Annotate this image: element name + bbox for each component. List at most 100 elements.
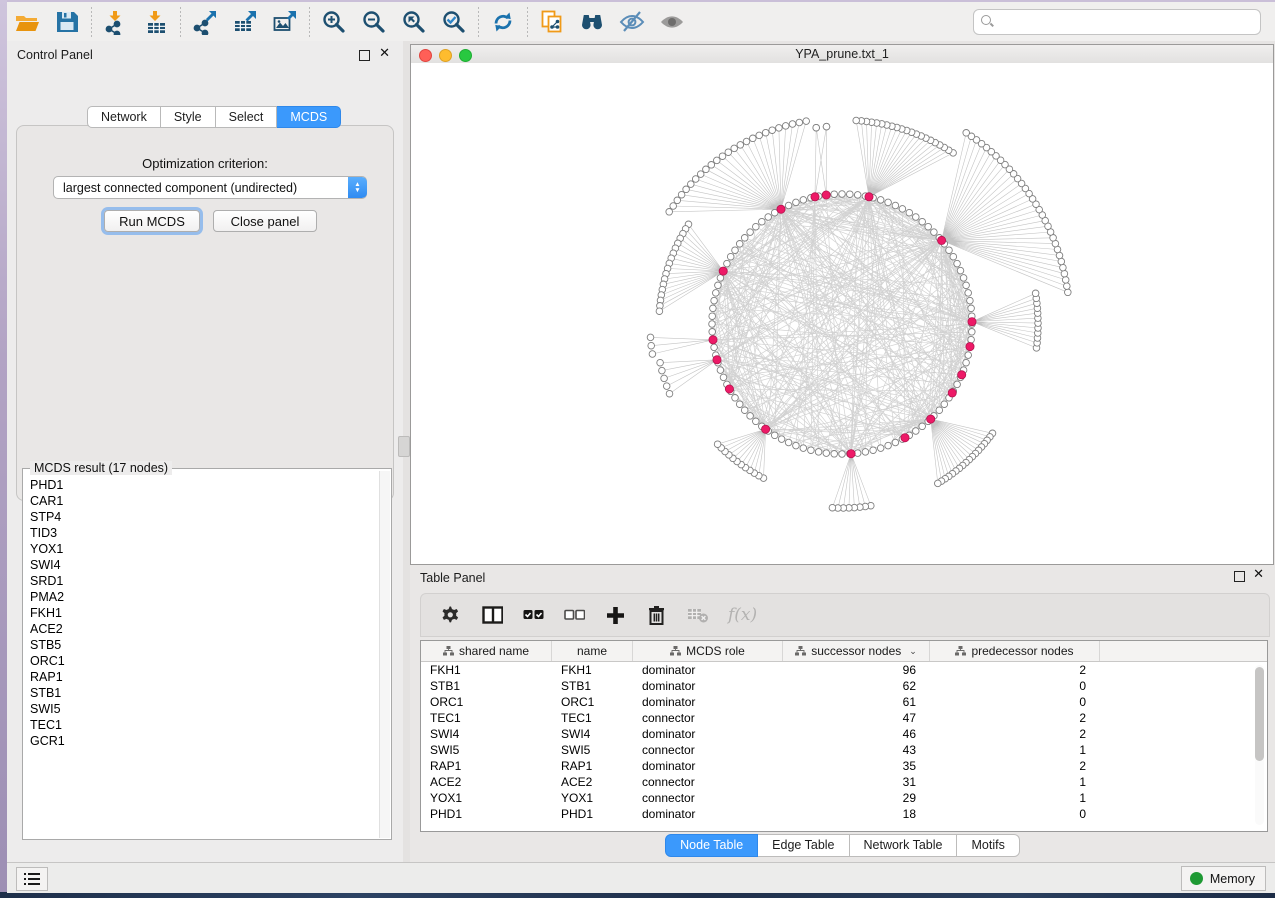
mcds-result-item[interactable]: STB1	[30, 685, 380, 701]
function-icon: f(x)	[728, 605, 757, 625]
select-all-button[interactable]	[523, 605, 544, 626]
cell-name: SWI5	[552, 743, 633, 757]
mcds-list-scrollbar[interactable]	[379, 471, 390, 838]
float-window-icon[interactable]	[359, 50, 370, 61]
mcds-result-item[interactable]: SWI5	[30, 701, 380, 717]
table-settings-button[interactable]	[441, 605, 462, 626]
apply-layout-button[interactable]	[483, 6, 523, 38]
mcds-result-item[interactable]: PMA2	[30, 589, 380, 605]
mcds-result-item[interactable]: FKH1	[30, 605, 380, 621]
clone-network-icon	[539, 9, 565, 35]
table-row[interactable]: RAP1RAP1dominator352	[421, 758, 1267, 774]
import-table-button[interactable]	[136, 6, 176, 38]
column-header-predecessor-nodes[interactable]: predecessor nodes	[930, 641, 1100, 661]
mcds-result-item[interactable]: ACE2	[30, 621, 380, 637]
table-row[interactable]: SWI5SWI5connector431	[421, 742, 1267, 758]
mcds-result-item[interactable]: ORC1	[30, 653, 380, 669]
save-session-button[interactable]	[47, 6, 87, 38]
memory-button[interactable]: Memory	[1181, 866, 1266, 891]
table-row[interactable]: TEC1TEC1connector472	[421, 710, 1267, 726]
close-panel-icon[interactable]: ✕	[379, 45, 390, 61]
mcds-result-item[interactable]: PHD1	[30, 477, 380, 493]
close-panel-button[interactable]: Close panel	[213, 210, 317, 232]
tab-network[interactable]: Network	[87, 106, 161, 128]
tab-motifs[interactable]: Motifs	[957, 834, 1019, 857]
search-box[interactable]	[973, 9, 1261, 35]
node-table[interactable]: shared name name MCDS role successor node…	[420, 640, 1268, 832]
table-row[interactable]: FKH1FKH1dominator962	[421, 662, 1267, 678]
tab-mcds[interactable]: MCDS	[277, 106, 341, 128]
tab-style[interactable]: Style	[161, 106, 216, 128]
add-column-button[interactable]	[605, 605, 626, 626]
cell-predecessor-nodes: 0	[930, 695, 1100, 709]
table-row[interactable]: YOX1YOX1connector291	[421, 790, 1267, 806]
table-settings-icon	[441, 605, 462, 626]
cell-name: YOX1	[552, 791, 633, 805]
mcds-result-item[interactable]: CAR1	[30, 493, 380, 509]
column-header-MCDS-role[interactable]: MCDS role	[633, 641, 783, 661]
mcds-result-item[interactable]: TID3	[30, 525, 380, 541]
table-row[interactable]: SWI4SWI4dominator462	[421, 726, 1267, 742]
zoom-fit-button[interactable]	[394, 6, 434, 38]
column-label: shared name	[459, 644, 529, 658]
search-network-button[interactable]	[572, 6, 612, 38]
import-network-button[interactable]	[96, 6, 136, 38]
split-view-button[interactable]	[482, 605, 503, 626]
toolbar-separator	[91, 7, 92, 37]
open-session-button[interactable]	[7, 6, 47, 38]
vertical-splitter[interactable]	[403, 41, 410, 862]
mcds-result-list[interactable]: PHD1CAR1STP4TID3YOX1SWI4SRD1PMA2FKH1ACE2…	[24, 471, 380, 838]
splitter-handle[interactable]	[398, 436, 410, 457]
cell-MCDS-role: dominator	[633, 807, 783, 821]
window-zoom-traffic-icon[interactable]	[459, 49, 472, 62]
export-image-button[interactable]	[265, 6, 305, 38]
network-view-window: YPA_prune.txt_1	[410, 44, 1274, 565]
tab-select[interactable]: Select	[216, 106, 278, 128]
mcds-result-item[interactable]: SRD1	[30, 573, 380, 589]
delete-column-button[interactable]	[646, 605, 667, 626]
deselect-all-button[interactable]	[564, 605, 585, 626]
table-row[interactable]: ACE2ACE2connector311	[421, 774, 1267, 790]
table-row[interactable]: STB1STB1dominator620	[421, 678, 1267, 694]
mcds-result-item[interactable]: TEC1	[30, 717, 380, 733]
mcds-result-item[interactable]: SWI4	[30, 557, 380, 573]
column-header-name[interactable]: name	[552, 641, 633, 661]
tab-edge-table[interactable]: Edge Table	[758, 834, 849, 857]
table-panel-close-icon[interactable]: ✕	[1253, 566, 1264, 582]
mcds-result-item[interactable]: GCR1	[30, 733, 380, 749]
control-panel-title: Control Panel	[17, 48, 93, 62]
window-minimize-traffic-icon[interactable]	[439, 49, 452, 62]
export-table-button[interactable]	[225, 6, 265, 38]
mcds-result-item[interactable]: STP4	[30, 509, 380, 525]
column-label: predecessor nodes	[971, 644, 1073, 658]
cell-name: STB1	[552, 679, 633, 693]
table-scrollbar[interactable]	[1255, 665, 1264, 825]
clone-network-button[interactable]	[532, 6, 572, 38]
table-row[interactable]: ORC1ORC1dominator610	[421, 694, 1267, 710]
run-mcds-button[interactable]: Run MCDS	[104, 210, 200, 232]
tab-network-table[interactable]: Network Table	[850, 834, 958, 857]
hide-selected-button[interactable]	[612, 6, 652, 38]
cell-shared-name: SWI4	[421, 727, 552, 741]
mcds-result-item[interactable]: YOX1	[30, 541, 380, 557]
table-scrollbar-thumb[interactable]	[1255, 667, 1264, 761]
column-header-successor-nodes[interactable]: successor nodes⌄	[783, 641, 930, 661]
zoom-in-button[interactable]	[314, 6, 354, 38]
export-network-button[interactable]	[185, 6, 225, 38]
network-window-titlebar[interactable]: YPA_prune.txt_1	[411, 45, 1273, 64]
mcds-result-item[interactable]: STB5	[30, 637, 380, 653]
zoom-out-button[interactable]	[354, 6, 394, 38]
table-row[interactable]: PHD1PHD1dominator180	[421, 806, 1267, 822]
network-canvas[interactable]	[411, 63, 1273, 564]
search-input[interactable]	[999, 14, 1260, 30]
table-panel-float-icon[interactable]	[1234, 571, 1245, 582]
tab-node-table[interactable]: Node Table	[665, 834, 758, 857]
column-header-shared-name[interactable]: shared name	[421, 641, 552, 661]
zoom-selected-button[interactable]	[434, 6, 474, 38]
mcds-result-item[interactable]: RAP1	[30, 669, 380, 685]
show-all-button[interactable]	[652, 6, 692, 38]
task-history-button[interactable]	[16, 867, 48, 891]
window-close-traffic-icon[interactable]	[419, 49, 432, 62]
cell-successor-nodes: 47	[783, 711, 930, 725]
criterion-dropdown[interactable]: largest connected component (undirected)…	[53, 176, 367, 199]
